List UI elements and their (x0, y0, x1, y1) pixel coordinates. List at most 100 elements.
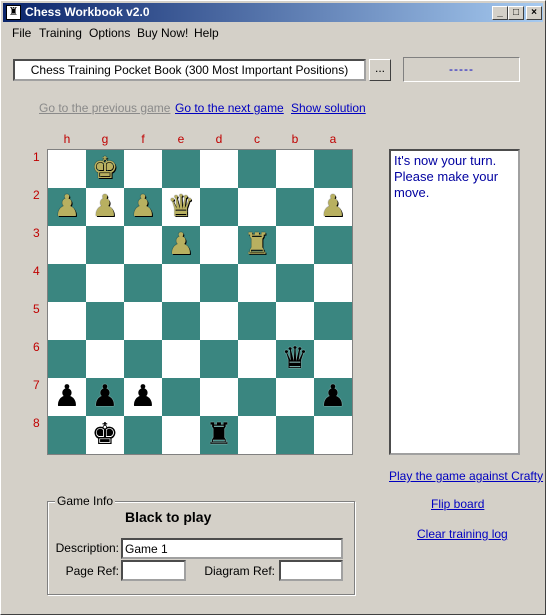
square-a3[interactable] (314, 226, 352, 264)
square-b6[interactable]: ♛ (276, 340, 314, 378)
square-d4[interactable] (200, 264, 238, 302)
square-d3[interactable] (200, 226, 238, 264)
flip-board-link[interactable]: Flip board (431, 497, 484, 511)
chess-board-icon[interactable]: ♜ (6, 5, 21, 20)
menu-buy-now[interactable]: Buy Now! (137, 26, 188, 40)
diagram-ref-field[interactable] (279, 560, 343, 581)
square-e7[interactable] (162, 378, 200, 416)
square-e8[interactable] (162, 416, 200, 454)
square-e4[interactable] (162, 264, 200, 302)
square-b2[interactable] (276, 188, 314, 226)
square-e5[interactable] (162, 302, 200, 340)
square-f2[interactable]: ♟ (124, 188, 162, 226)
browse-book-button[interactable]: ... (369, 59, 391, 81)
square-a5[interactable] (314, 302, 352, 340)
square-e3[interactable]: ♟ (162, 226, 200, 264)
square-d1[interactable] (200, 150, 238, 188)
square-d5[interactable] (200, 302, 238, 340)
square-b3[interactable] (276, 226, 314, 264)
square-c8[interactable] (238, 416, 276, 454)
square-c7[interactable] (238, 378, 276, 416)
menu-file[interactable]: File (12, 26, 31, 40)
white-pawn-icon[interactable]: ♟ (92, 192, 119, 222)
square-f8[interactable] (124, 416, 162, 454)
square-h7[interactable]: ♟ (48, 378, 86, 416)
square-g2[interactable]: ♟ (86, 188, 124, 226)
square-h4[interactable] (48, 264, 86, 302)
square-h2[interactable]: ♟ (48, 188, 86, 226)
square-h3[interactable] (48, 226, 86, 264)
square-g5[interactable] (86, 302, 124, 340)
square-b8[interactable] (276, 416, 314, 454)
close-button[interactable]: × (526, 6, 542, 20)
black-queen-icon[interactable]: ♛ (282, 344, 309, 374)
square-g6[interactable] (86, 340, 124, 378)
white-queen-icon[interactable]: ♛ (168, 192, 195, 222)
square-d6[interactable] (200, 340, 238, 378)
minimize-button[interactable]: _ (492, 6, 508, 20)
square-e1[interactable] (162, 150, 200, 188)
square-e6[interactable] (162, 340, 200, 378)
page-ref-field[interactable] (121, 560, 186, 581)
previous-game-link[interactable]: Go to the previous game (39, 101, 170, 115)
black-king-icon[interactable]: ♚ (92, 420, 119, 450)
show-solution-link[interactable]: Show solution (291, 101, 366, 115)
next-game-link[interactable]: Go to the next game (175, 101, 284, 115)
square-b1[interactable] (276, 150, 314, 188)
square-a8[interactable] (314, 416, 352, 454)
menu-help[interactable]: Help (194, 26, 219, 40)
square-f6[interactable] (124, 340, 162, 378)
square-g8[interactable]: ♚ (86, 416, 124, 454)
square-c2[interactable] (238, 188, 276, 226)
square-a4[interactable] (314, 264, 352, 302)
square-h6[interactable] (48, 340, 86, 378)
square-h1[interactable] (48, 150, 86, 188)
square-e2[interactable]: ♛ (162, 188, 200, 226)
square-f5[interactable] (124, 302, 162, 340)
title-bar[interactable]: ♜ Chess Workbook v2.0 _ □ × (3, 3, 543, 22)
square-f4[interactable] (124, 264, 162, 302)
square-a1[interactable] (314, 150, 352, 188)
black-pawn-icon[interactable]: ♟ (130, 382, 157, 412)
square-c4[interactable] (238, 264, 276, 302)
description-field[interactable] (121, 538, 343, 559)
square-h8[interactable] (48, 416, 86, 454)
white-rook-icon[interactable]: ♜ (244, 230, 271, 260)
square-c5[interactable] (238, 302, 276, 340)
menu-options[interactable]: Options (89, 26, 130, 40)
menu-training[interactable]: Training (39, 26, 82, 40)
square-g1[interactable]: ♚ (86, 150, 124, 188)
square-g7[interactable]: ♟ (86, 378, 124, 416)
black-pawn-icon[interactable]: ♟ (320, 382, 347, 412)
play-against-crafty-link[interactable]: Play the game against Crafty (389, 469, 543, 483)
white-pawn-icon[interactable]: ♟ (54, 192, 81, 222)
chess-board[interactable]: ♚ ♟ ♟ ♟ ♛ ♟ ♟ ♜ ♛ ♟ ♟ ♟ ♟ ♚ ♜ (47, 149, 353, 455)
black-pawn-icon[interactable]: ♟ (92, 382, 119, 412)
black-pawn-icon[interactable]: ♟ (54, 382, 81, 412)
square-g4[interactable] (86, 264, 124, 302)
square-f3[interactable] (124, 226, 162, 264)
square-g3[interactable] (86, 226, 124, 264)
maximize-button[interactable]: □ (508, 6, 524, 20)
white-pawn-icon[interactable]: ♟ (130, 192, 157, 222)
square-b5[interactable] (276, 302, 314, 340)
black-rook-icon[interactable]: ♜ (206, 420, 233, 450)
square-a2[interactable]: ♟ (314, 188, 352, 226)
square-d7[interactable] (200, 378, 238, 416)
square-d8[interactable]: ♜ (200, 416, 238, 454)
square-b4[interactable] (276, 264, 314, 302)
white-pawn-icon[interactable]: ♟ (168, 230, 195, 260)
square-h5[interactable] (48, 302, 86, 340)
square-c1[interactable] (238, 150, 276, 188)
square-d2[interactable] (200, 188, 238, 226)
square-f7[interactable]: ♟ (124, 378, 162, 416)
square-a7[interactable]: ♟ (314, 378, 352, 416)
white-pawn-icon[interactable]: ♟ (320, 192, 347, 222)
square-f1[interactable] (124, 150, 162, 188)
clear-training-log-link[interactable]: Clear training log (417, 527, 508, 541)
square-c3[interactable]: ♜ (238, 226, 276, 264)
square-b7[interactable] (276, 378, 314, 416)
square-a6[interactable] (314, 340, 352, 378)
square-c6[interactable] (238, 340, 276, 378)
white-king-icon[interactable]: ♚ (92, 154, 119, 184)
